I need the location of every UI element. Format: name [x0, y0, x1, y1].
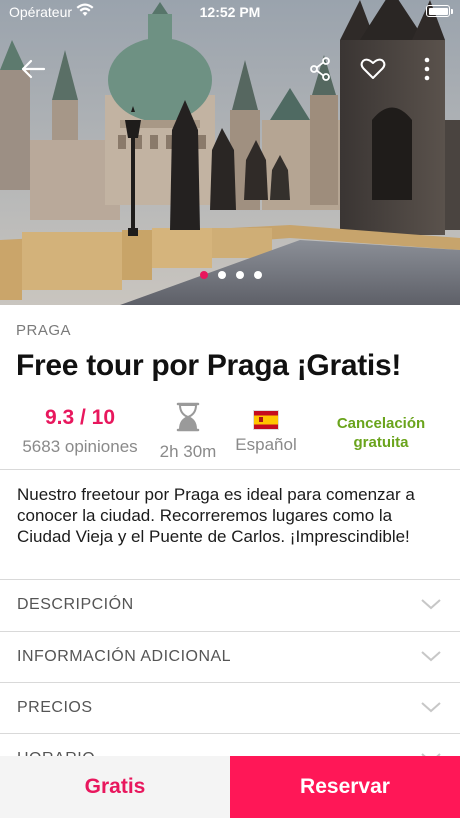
carousel-dots[interactable] — [200, 271, 262, 279]
more-options-button[interactable] — [410, 52, 444, 86]
carousel-dot-4[interactable] — [254, 271, 262, 279]
divider — [0, 469, 460, 470]
hourglass-icon — [176, 402, 200, 432]
city-label: PRAGA — [16, 322, 72, 339]
battery-icon — [426, 5, 450, 17]
section-descripcion[interactable]: DESCRIPCIÓN — [0, 580, 460, 631]
carousel-dot-1[interactable] — [200, 271, 208, 279]
language-block: Español — [230, 402, 302, 455]
hero-image[interactable]: Opérateur 12:52 PM — [0, 0, 460, 305]
arrow-left-icon — [21, 59, 46, 79]
duration-value: 2h 30m — [159, 442, 217, 461]
favorite-button[interactable] — [356, 52, 390, 86]
share-button[interactable] — [303, 52, 337, 86]
tour-title: Free tour por Praga ¡Gratis! — [16, 349, 402, 382]
section-label: DESCRIPCIÓN — [17, 596, 134, 613]
duration-block: 2h 30m — [152, 402, 224, 462]
share-icon — [310, 57, 330, 81]
section-informacion-adicional[interactable]: INFORMACIÓN ADICIONAL — [0, 632, 460, 683]
book-button[interactable]: Reservar — [230, 756, 460, 818]
rating-score: 9.3 / 10 — [44, 406, 116, 429]
language-value: Español — [235, 435, 297, 454]
price-label: Gratis — [0, 756, 230, 818]
clock: 12:52 PM — [199, 4, 261, 20]
bottom-action-bar: Gratis Reservar — [0, 756, 460, 818]
chevron-down-icon — [421, 651, 441, 662]
spain-flag-icon — [253, 410, 279, 430]
chevron-down-icon — [421, 702, 441, 713]
reviews-count[interactable]: 5683 opiniones — [16, 437, 144, 457]
heart-icon — [360, 58, 386, 79]
battery-tip — [451, 9, 453, 14]
section-precios[interactable]: PRECIOS — [0, 683, 460, 734]
tour-summary: Nuestro freetour por Praga es ideal para… — [17, 485, 415, 546]
section-label: PRECIOS — [17, 699, 93, 716]
section-label: INFORMACIÓN ADICIONAL — [17, 648, 232, 665]
more-vertical-icon — [424, 57, 430, 81]
free-cancellation-label: Cancelación gratuita — [336, 415, 426, 451]
carousel-dot-3[interactable] — [236, 271, 244, 279]
prague-charles-bridge-photo — [0, 0, 460, 305]
status-bar: Opérateur 12:52 PM — [0, 0, 460, 24]
tour-stats: 9.3 / 10 5683 opiniones 2h 30m Español C… — [0, 400, 460, 468]
back-button[interactable] — [16, 52, 50, 86]
carousel-dot-2[interactable] — [218, 271, 226, 279]
chevron-down-icon — [421, 599, 441, 610]
rating-block[interactable]: 9.3 / 10 5683 opiniones — [16, 406, 144, 457]
